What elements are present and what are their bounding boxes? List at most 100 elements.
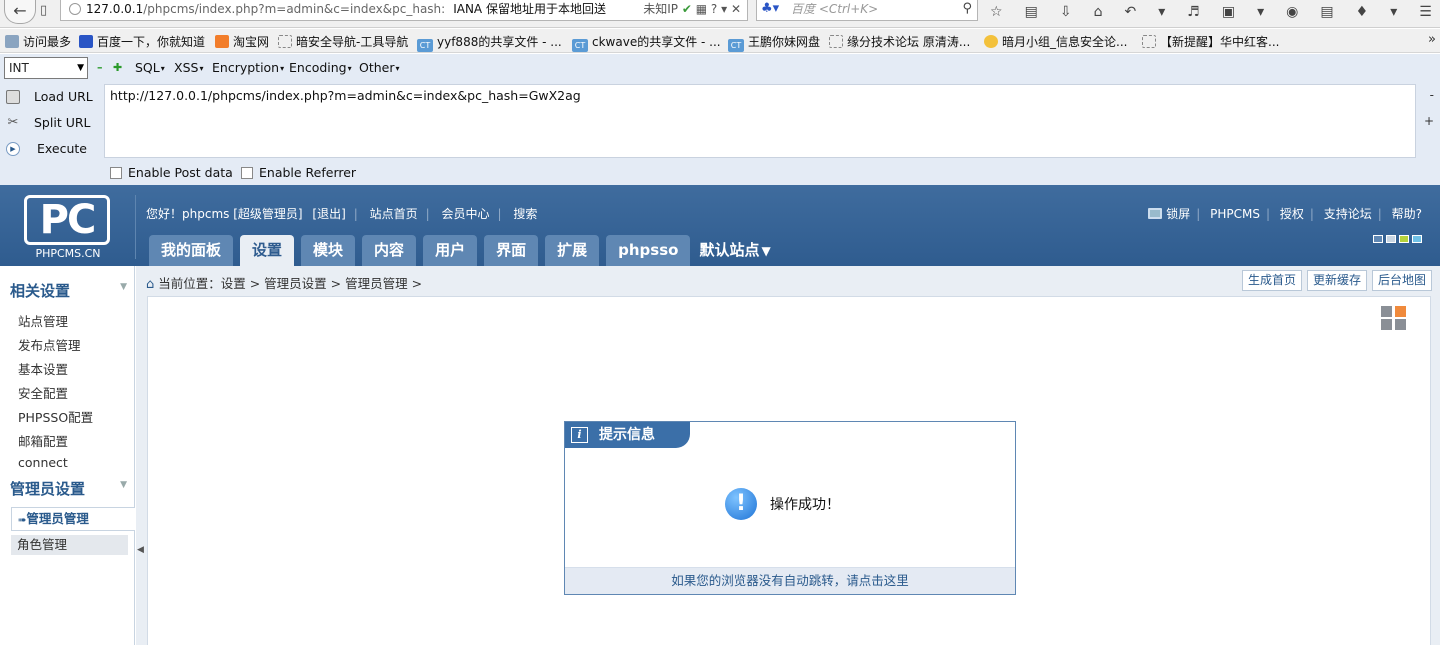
- bookmark-item[interactable]: 淘宝网: [215, 33, 269, 50]
- forum-link[interactable]: 支持论坛: [1324, 207, 1372, 221]
- encryption-menu[interactable]: Encryption▾: [212, 60, 284, 75]
- tab-settings[interactable]: 设置: [240, 235, 295, 266]
- bookmark-item[interactable]: 暗安全导航-工具导航: [278, 33, 408, 50]
- baidu-icon[interactable]: ♣▾: [761, 0, 779, 19]
- search-link[interactable]: 搜索: [513, 207, 537, 221]
- qr-icon[interactable]: ▦: [696, 2, 707, 16]
- bookmark-item[interactable]: CT yyf888的共享文件 - ...: [417, 33, 562, 52]
- monitor-icon: [1148, 208, 1163, 219]
- address-bar[interactable]: 127.0.0.1/phpcms/index.php?m=admin&c=ind…: [60, 0, 748, 21]
- bookmark-item[interactable]: CT ckwave的共享文件 - ...: [572, 33, 721, 52]
- tab-my-panel[interactable]: 我的面板: [149, 235, 234, 266]
- lock-screen-link[interactable]: 锁屏: [1166, 207, 1190, 221]
- phpcms-link[interactable]: PHPCMS: [1210, 207, 1260, 221]
- sidebar-item-connect[interactable]: connect: [18, 455, 68, 470]
- page-icon: ▯: [40, 3, 48, 18]
- sidebar-item-security-config[interactable]: 安全配置: [18, 383, 68, 402]
- back-button[interactable]: ←: [4, 0, 36, 24]
- help-link[interactable]: 帮助?: [1392, 207, 1422, 221]
- sidebar-item-basic-settings[interactable]: 基本设置: [18, 359, 68, 378]
- sidebar-item-mail-config[interactable]: 邮箱配置: [18, 431, 68, 450]
- sidebar-item-phpsso-config[interactable]: PHPSSO配置: [18, 407, 93, 426]
- bookmark-item[interactable]: 缘分技术论坛 原清涛...: [829, 33, 970, 50]
- sidebar-item-publish-points[interactable]: 发布点管理: [18, 335, 81, 354]
- site-selector[interactable]: 默认站点 ▼: [697, 235, 772, 266]
- logout-link[interactable]: [退出]: [312, 207, 345, 221]
- close-icon[interactable]: ✕: [731, 2, 741, 16]
- int-select[interactable]: INT ▼: [4, 57, 88, 79]
- paw-icon: [79, 35, 93, 48]
- tab-interface[interactable]: 界面: [484, 235, 539, 266]
- dropdown-icon[interactable]: ▾: [721, 2, 727, 16]
- bookmark-item[interactable]: 百度一下，你就知道: [79, 33, 205, 50]
- search-input[interactable]: 百度 <Ctrl+K>: [791, 0, 878, 19]
- other-menu[interactable]: Other▾: [359, 60, 400, 75]
- tab-users[interactable]: 用户: [423, 235, 478, 266]
- theme-swatch[interactable]: [1399, 235, 1409, 243]
- expand-plus-icon[interactable]: +: [1424, 114, 1434, 128]
- undo-icon[interactable]: ↶: [1124, 4, 1136, 20]
- shield-icon[interactable]: ✔: [682, 2, 692, 16]
- crop-icon[interactable]: ▣: [1222, 4, 1235, 20]
- sidebar-group-related-settings[interactable]: 相关设置 ▼: [0, 278, 135, 300]
- sidebar-item-admin-management[interactable]: ➠管理员管理: [11, 507, 135, 531]
- star-icon[interactable]: ☆: [990, 4, 1003, 20]
- split-url-button[interactable]: ✂ Split URL: [4, 112, 104, 134]
- theme-swatch[interactable]: [1412, 235, 1422, 243]
- theme-swatch[interactable]: [1373, 235, 1383, 243]
- update-cache-button[interactable]: 更新缓存: [1306, 270, 1367, 291]
- tab-extensions[interactable]: 扩展: [545, 235, 600, 266]
- sql-menu[interactable]: SQL▾: [135, 60, 165, 75]
- chevron-right-icon[interactable]: »: [1428, 32, 1436, 47]
- bookmark-item[interactable]: 访问最多: [5, 33, 71, 50]
- execute-button[interactable]: ▶ Execute: [4, 138, 104, 160]
- extension-icon[interactable]: ♦: [1356, 4, 1369, 20]
- layout-grid-icon[interactable]: [1380, 305, 1408, 331]
- enable-referrer-checkbox[interactable]: Enable Referrer: [241, 165, 356, 180]
- xss-menu[interactable]: XSS▾: [174, 60, 203, 75]
- tab-phpsso[interactable]: phpsso: [606, 235, 691, 266]
- backend-map-button[interactable]: 后台地图: [1371, 270, 1432, 291]
- chat-icon[interactable]: ◉: [1286, 4, 1298, 20]
- site-home-link[interactable]: 站点首页: [370, 207, 418, 221]
- chevron-down-icon[interactable]: ▾: [1390, 4, 1397, 20]
- search-bar[interactable]: ♣▾ 百度 <Ctrl+K> ⚲: [756, 0, 978, 21]
- load-url-button[interactable]: Load URL: [4, 86, 104, 108]
- search-icon[interactable]: ⚲: [962, 0, 972, 19]
- home-icon: ⌂: [146, 277, 155, 292]
- hackbar-url-textarea[interactable]: http://127.0.0.1/phpcms/index.php?m=admi…: [104, 84, 1416, 158]
- sidebar-item-role-management[interactable]: 角色管理: [11, 535, 128, 555]
- home-icon[interactable]: ⌂: [1094, 4, 1103, 20]
- collapse-minus-icon[interactable]: -: [1430, 88, 1434, 102]
- bookmark-item[interactable]: CT 王鹏你妹网盘: [728, 33, 820, 52]
- chevron-down-icon[interactable]: ▾: [1158, 4, 1165, 20]
- reader-icon[interactable]: ▤: [1025, 4, 1038, 20]
- tab-modules[interactable]: 模块: [301, 235, 356, 266]
- phpcms-logo[interactable]: PC PHPCMS.CN: [20, 195, 116, 260]
- member-center-link[interactable]: 会员中心: [442, 207, 490, 221]
- gear-icon: [5, 35, 19, 48]
- decrease-icon[interactable]: –: [97, 61, 103, 74]
- font-icon[interactable]: ▤: [1320, 4, 1333, 20]
- encoding-menu[interactable]: Encoding▾: [289, 60, 352, 75]
- theme-swatch[interactable]: [1386, 235, 1396, 243]
- message-header: i 提示信息: [565, 422, 690, 448]
- sidebar-group-admin-settings[interactable]: 管理员设置 ▼: [0, 476, 135, 498]
- download-icon[interactable]: ⇩: [1060, 4, 1072, 20]
- bookmark-item[interactable]: 暗月小组_信息安全论...: [984, 33, 1127, 50]
- tab-content[interactable]: 内容: [362, 235, 417, 266]
- bookmark-item[interactable]: 【新提醒】华中红客...: [1142, 33, 1279, 50]
- chevron-down-icon[interactable]: ▾: [1257, 4, 1264, 20]
- sidebar-collapse-icon[interactable]: ◀: [137, 545, 144, 555]
- cms-header: PC PHPCMS.CN 您好！phpcms [超级管理员] [退出] | 站点首…: [0, 185, 1440, 266]
- help-icon[interactable]: ?: [711, 2, 717, 16]
- logo-text: PHPCMS.CN: [35, 247, 101, 260]
- license-link[interactable]: 授权: [1280, 207, 1304, 221]
- enable-post-checkbox[interactable]: Enable Post data: [110, 165, 233, 180]
- generate-homepage-button[interactable]: 生成首页: [1241, 270, 1302, 291]
- increase-icon[interactable]: ✚: [113, 61, 122, 74]
- menu-icon[interactable]: ☰: [1419, 4, 1432, 20]
- speaker-icon[interactable]: ♬: [1187, 4, 1200, 20]
- redirect-link[interactable]: 如果您的浏览器没有自动跳转，请点击这里: [565, 567, 1015, 594]
- sidebar-item-site-management[interactable]: 站点管理: [18, 311, 68, 330]
